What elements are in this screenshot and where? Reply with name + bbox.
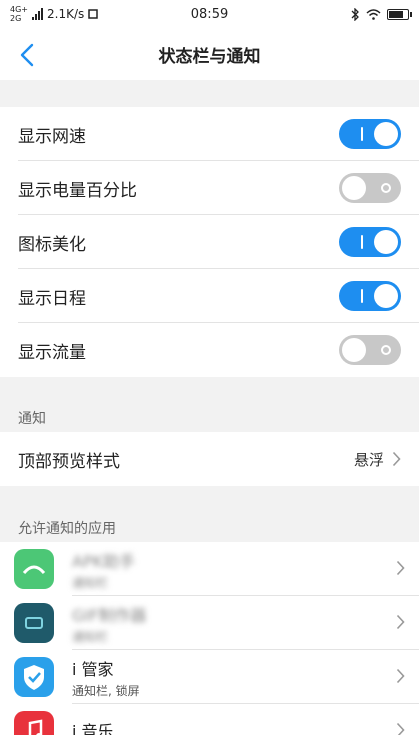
- row-label: 显示电量百分比: [18, 180, 137, 201]
- signal-icon: [32, 8, 43, 20]
- app-row-i-music[interactable]: i 音乐: [0, 704, 419, 735]
- status-right: [350, 7, 412, 21]
- app-sub: 通知栏: [72, 629, 109, 644]
- status-bar: 4G+ 2G 2.1K/s 08:59: [0, 0, 419, 28]
- apk-helper-icon: [14, 549, 54, 589]
- app-name: i 管家: [72, 659, 114, 679]
- toggle-row-data-usage: 显示流量: [0, 323, 419, 377]
- network-speed-toggle[interactable]: [339, 119, 401, 149]
- battery-percent-toggle[interactable]: [339, 173, 401, 203]
- toggle-row-icon-beautify: 图标美化: [0, 215, 419, 269]
- app-text: i 音乐: [72, 718, 405, 735]
- title-bar: 状态栏与通知: [0, 28, 419, 80]
- app-row-i-manager[interactable]: i 管家 通知栏, 锁屏: [0, 650, 419, 704]
- section-label-apps: 允许通知的应用: [18, 521, 116, 537]
- battery-icon: [387, 8, 412, 20]
- app-sub: 通知栏, 锁屏: [72, 683, 140, 698]
- network-type-secondary: 2G: [10, 14, 22, 23]
- app-text: GIF制作器 通知栏: [72, 602, 405, 645]
- wifi-icon: [366, 8, 381, 20]
- app-name: GIF制作器: [72, 605, 147, 625]
- row-label: 顶部预览样式: [18, 451, 120, 472]
- toggle-row-schedule: 显示日程: [0, 269, 419, 323]
- app-name: APK助手: [72, 551, 136, 571]
- notification-icon: [88, 9, 98, 19]
- row-label: 图标美化: [18, 234, 86, 255]
- row-label: 显示网速: [18, 126, 86, 147]
- music-icon: [14, 711, 54, 735]
- preview-style-row[interactable]: 顶部预览样式 悬浮: [0, 432, 419, 486]
- network-type: 4G+ 2G: [10, 5, 28, 23]
- section-label-notify: 通知: [18, 411, 46, 427]
- chevron-left-icon: [20, 43, 34, 67]
- chevron-right-icon: [396, 722, 405, 735]
- app-row-apk-helper[interactable]: APK助手 通知栏: [0, 542, 419, 596]
- bluetooth-icon: [351, 7, 359, 21]
- app-text: APK助手 通知栏: [72, 548, 405, 591]
- status-left: 4G+ 2G 2.1K/s: [10, 5, 98, 23]
- icon-beautify-toggle[interactable]: [339, 227, 401, 257]
- value-wrap: 悬浮: [354, 449, 401, 470]
- app-text: i 管家 通知栏, 锁屏: [72, 656, 405, 699]
- row-label: 显示流量: [18, 342, 86, 363]
- chevron-right-icon: [392, 451, 401, 467]
- shield-icon: [14, 657, 54, 697]
- data-usage-toggle[interactable]: [339, 335, 401, 365]
- app-sub: 通知栏: [72, 575, 109, 590]
- network-speed: 2.1K/s: [47, 7, 85, 21]
- chevron-right-icon: [396, 668, 405, 684]
- app-name: i 音乐: [72, 722, 114, 735]
- network-type-primary: 4G+: [10, 5, 28, 14]
- page-title: 状态栏与通知: [158, 46, 261, 67]
- row-label: 显示日程: [18, 288, 86, 309]
- back-button[interactable]: [12, 40, 42, 70]
- chevron-right-icon: [396, 614, 405, 630]
- toggle-row-network-speed: 显示网速: [0, 107, 419, 161]
- preview-style-value: 悬浮: [353, 450, 384, 469]
- chevron-right-icon: [396, 560, 405, 576]
- gif-maker-icon: [14, 603, 54, 643]
- toggle-row-battery-percent: 显示电量百分比: [0, 161, 419, 215]
- schedule-toggle[interactable]: [339, 281, 401, 311]
- app-row-gif-maker[interactable]: GIF制作器 通知栏: [0, 596, 419, 650]
